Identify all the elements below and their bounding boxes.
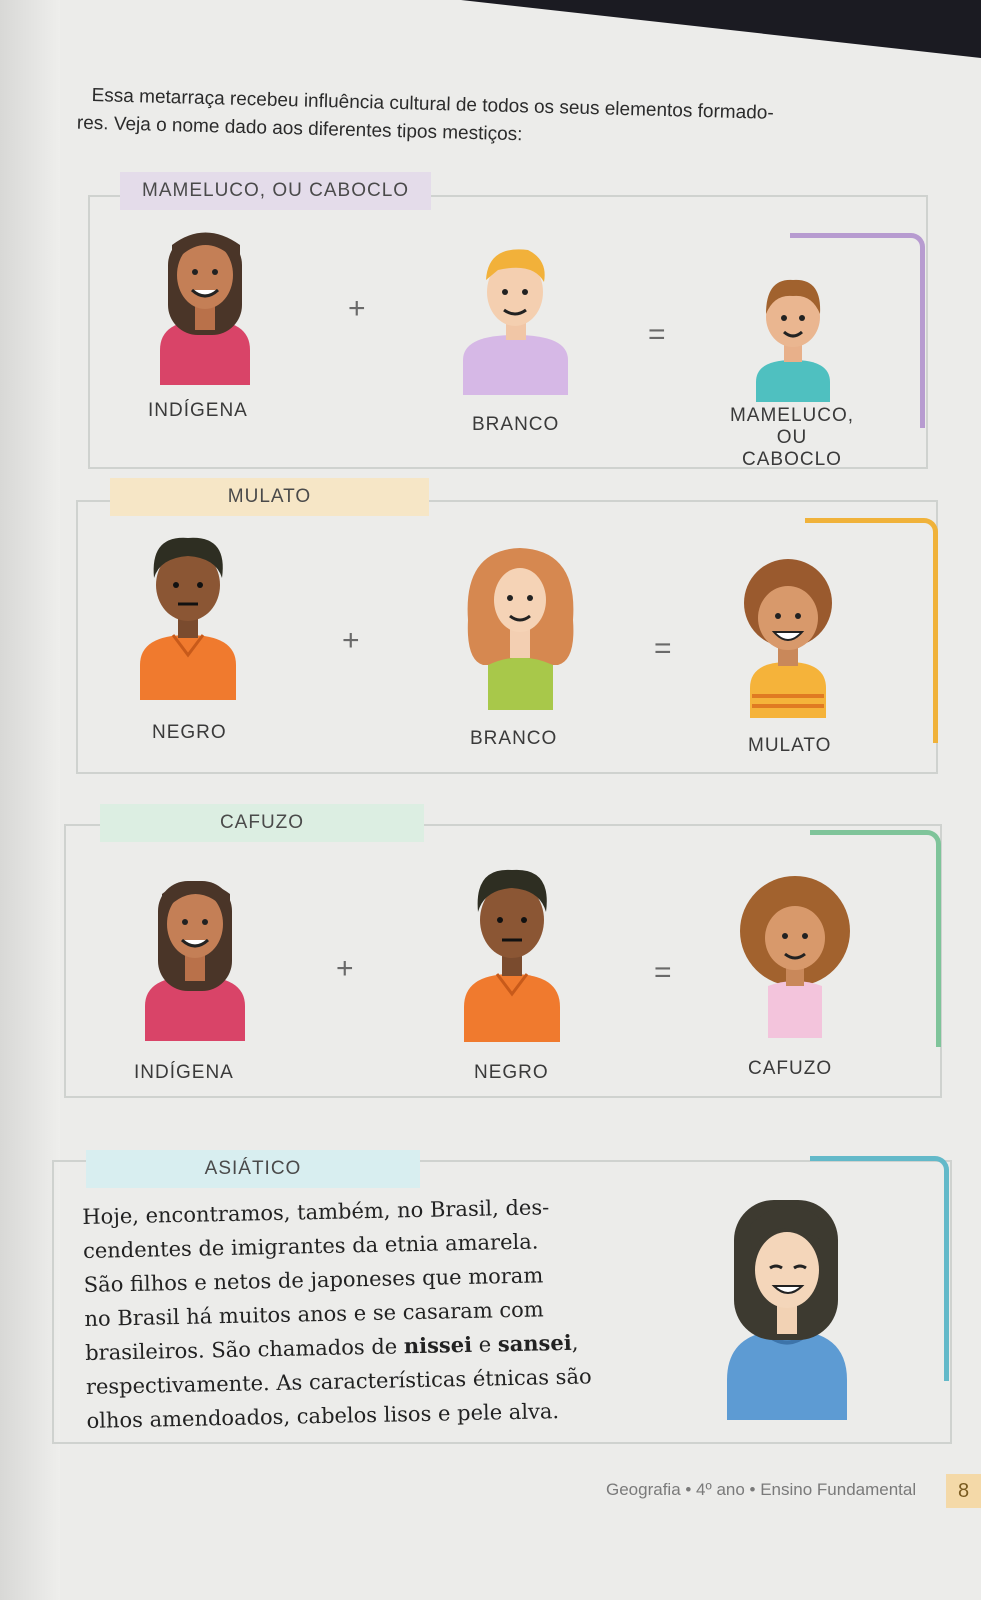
black-man-figure-1 [140, 537, 236, 700]
term-nissei: nissei [403, 1331, 473, 1359]
label-result-cafuzo: CAFUZO [748, 1058, 833, 1079]
equals-sign-2: = [654, 632, 672, 665]
label-result-mameluco-line-1: MAMELUCO, OU [729, 405, 855, 448]
intro-paragraph: Essa metarraça recebeu influência cultur… [77, 82, 952, 160]
cafuzo-child-figure [740, 876, 850, 1038]
label-result-mulato: MULATO [748, 735, 832, 756]
white-man-figure [463, 249, 568, 395]
label-negro-1: NEGRO [152, 722, 227, 743]
page-number: 8 [946, 1474, 981, 1508]
plus-sign-3: + [336, 952, 354, 985]
indigenous-woman-figure [160, 232, 250, 385]
equals-sign-3: = [654, 956, 672, 989]
black-man-figure-2 [464, 869, 560, 1042]
plus-sign-1: + [348, 292, 366, 325]
asian-woman-figure [727, 1200, 847, 1420]
term-sansei: sansei [497, 1329, 572, 1357]
section-mulato-title: MULATO [110, 478, 429, 516]
mulato-child-figure [744, 559, 832, 718]
asian-line-5-mid: e [471, 1332, 499, 1357]
label-result-mameluco-line-2: CABOCLO [742, 449, 842, 470]
footer-text: Geografia • 4º ano • Ensino Fundamental [606, 1480, 917, 1499]
label-indigena-1: INDÍGENA [148, 400, 248, 421]
section-asian-title: ASIÁTICO [86, 1150, 420, 1188]
asian-line-5-post: , [571, 1330, 579, 1355]
label-result-mameluco: MAMELUCO, OU CABOCLO [712, 405, 872, 471]
page-gutter [0, 0, 60, 1600]
indigenous-woman-figure-2 [145, 881, 245, 1041]
equals-sign-1: = [648, 318, 666, 351]
textbook-page: Essa metarraça recebeu influência cultur… [0, 0, 981, 1600]
section-cafuzo-title: CAFUZO [100, 804, 424, 842]
label-branco-1: BRANCO [472, 414, 560, 435]
page-corner-shadow [461, 0, 981, 58]
label-negro-2: NEGRO [474, 1062, 549, 1083]
mameluco-child-figure [756, 279, 830, 402]
label-indigena-2: INDÍGENA [134, 1062, 234, 1083]
section-mameluco-title: MAMELUCO, OU CABOCLO [120, 172, 432, 210]
asian-line-5-pre: brasileiros. São chamados de [84, 1334, 405, 1365]
plus-sign-2: + [342, 624, 360, 657]
white-woman-figure [467, 548, 574, 710]
asian-paragraph: Hoje, encontramos, também, no Brasil, de… [82, 1189, 607, 1438]
label-branco-2: BRANCO [470, 728, 558, 749]
